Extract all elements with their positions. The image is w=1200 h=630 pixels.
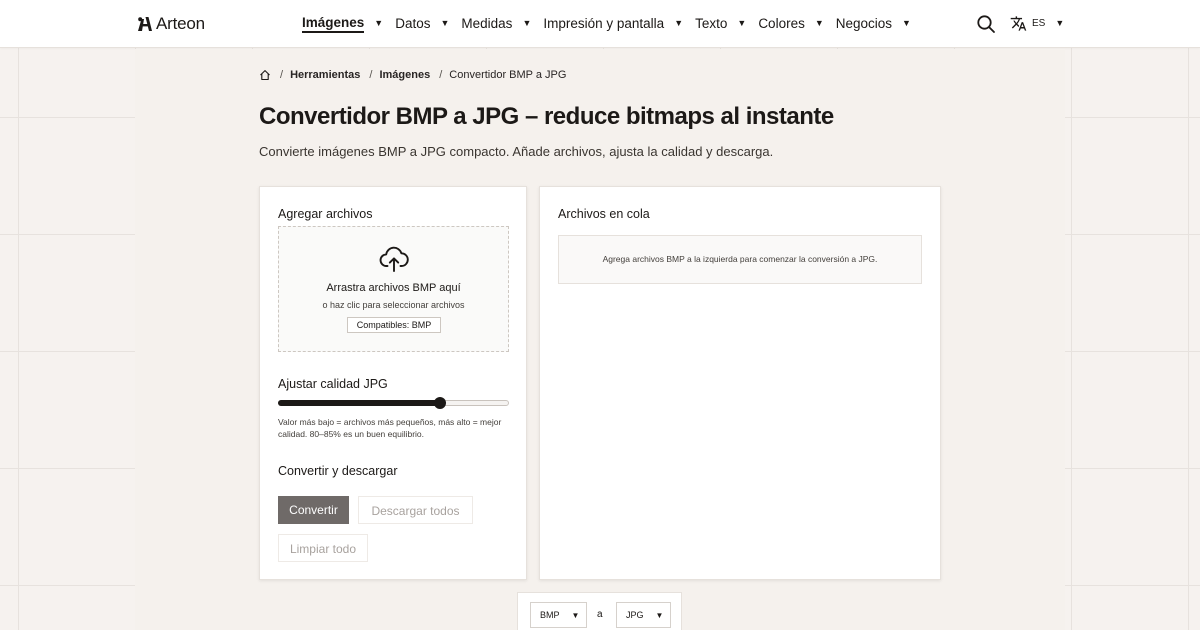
breadcrumb-separator: / [439, 69, 443, 81]
breadcrumb: / Herramientas / Imágenes / Convertidor … [259, 69, 566, 81]
format-selector: BMP ▼ a JPG ▼ [517, 592, 682, 630]
dropzone-subtitle: o haz clic para seleccionar archivos [322, 300, 465, 310]
nav-label: Negocios [835, 15, 893, 31]
logo[interactable]: Arteon [137, 14, 205, 34]
chevron-down-icon: ▼ [814, 18, 824, 28]
clear-all-button[interactable]: Limpiar todo [278, 534, 368, 562]
download-all-button[interactable]: Descargar todos [358, 496, 473, 524]
nav-label: Texto [695, 15, 728, 31]
source-format-select[interactable]: BMP ▼ [530, 602, 587, 628]
quality-hint: Valor más bajo = archivos más pequeños, … [278, 417, 502, 439]
chevron-down-icon: ▼ [902, 18, 911, 28]
target-format-value: JPG [626, 610, 644, 620]
convert-button[interactable]: Convertir [278, 496, 349, 524]
chevron-down-icon: ▼ [374, 18, 384, 28]
language-selector[interactable]: ES ▼ [1010, 15, 1064, 32]
cloud-upload-icon [379, 246, 409, 272]
search-icon[interactable] [976, 14, 996, 34]
chevron-down-icon: ▼ [522, 18, 532, 28]
file-dropzone[interactable]: Arrastra archivos BMP aquí o haz clic pa… [278, 226, 509, 352]
target-format-select[interactable]: JPG ▼ [616, 602, 671, 628]
nav-item-medidas[interactable]: Medidas ▼ [461, 15, 531, 33]
convert-section-title: Convertir y descargar [278, 464, 398, 478]
chevron-down-icon: ▼ [655, 610, 664, 620]
chevron-down-icon: ▼ [737, 18, 747, 28]
language-code: ES [1032, 18, 1046, 29]
format-connector: a [597, 609, 603, 620]
quality-slider[interactable] [278, 397, 509, 409]
upload-card: Agregar archivos Arrastra archivos BMP a… [259, 186, 527, 580]
main-content: / Herramientas / Imágenes / Convertidor … [135, 49, 1065, 630]
queue-card: Archivos en cola Agrega archivos BMP a l… [539, 186, 941, 580]
nav-item-texto[interactable]: Texto ▼ [695, 15, 746, 33]
page-subtitle: Convierte imágenes BMP a JPG compacto. A… [259, 144, 774, 159]
source-format-value: BMP [540, 610, 560, 620]
nav-item-colores[interactable]: Colores ▼ [758, 15, 823, 33]
chevron-down-icon: ▼ [440, 18, 450, 28]
dropzone-title: Arrastra archivos BMP aquí [326, 282, 461, 294]
nav-label: Imágenes [302, 15, 365, 33]
arteon-logo-icon [138, 17, 152, 31]
chevron-down-icon: ▼ [571, 610, 580, 620]
logo-text: Arteon [156, 14, 205, 33]
quality-section-title: Ajustar calidad JPG [278, 377, 388, 391]
supported-formats-badge: Compatibles: BMP [347, 317, 441, 333]
nav-item-impresion[interactable]: Impresión y pantalla ▼ [543, 15, 683, 33]
nav-item-imagenes[interactable]: Imágenes ▼ [302, 15, 383, 33]
breadcrumb-current: Convertidor BMP a JPG [449, 69, 567, 81]
breadcrumb-separator: / [280, 69, 284, 81]
nav-label: Datos [395, 15, 431, 31]
nav-label: Impresión y pantalla [543, 15, 665, 31]
breadcrumb-imagenes[interactable]: Imágenes [379, 69, 430, 81]
nav-label: Medidas [461, 15, 513, 31]
main-nav: Imágenes ▼ Datos ▼ Medidas ▼ Impresión y… [302, 15, 923, 33]
home-icon[interactable] [259, 69, 271, 81]
page-title: Convertidor BMP a JPG – reduce bitmaps a… [259, 103, 834, 130]
nav-item-datos[interactable]: Datos ▼ [395, 15, 449, 33]
upload-section-title: Agregar archivos [278, 207, 373, 221]
breadcrumb-herramientas[interactable]: Herramientas [290, 69, 360, 81]
queue-empty-state: Agrega archivos BMP a la izquierda para … [558, 235, 922, 284]
slider-fill [278, 400, 440, 406]
chevron-down-icon: ▼ [674, 18, 684, 28]
breadcrumb-separator: / [369, 69, 373, 81]
slider-thumb[interactable] [433, 397, 446, 409]
nav-item-negocios[interactable]: Negocios ▼ [836, 15, 911, 33]
translate-icon [1010, 16, 1027, 31]
chevron-down-icon: ▼ [1055, 17, 1065, 28]
queue-section-title: Archivos en cola [558, 207, 650, 221]
nav-label: Colores [758, 15, 805, 31]
top-header: Arteon Imágenes ▼ Datos ▼ Medidas ▼ Impr… [0, 0, 1200, 48]
